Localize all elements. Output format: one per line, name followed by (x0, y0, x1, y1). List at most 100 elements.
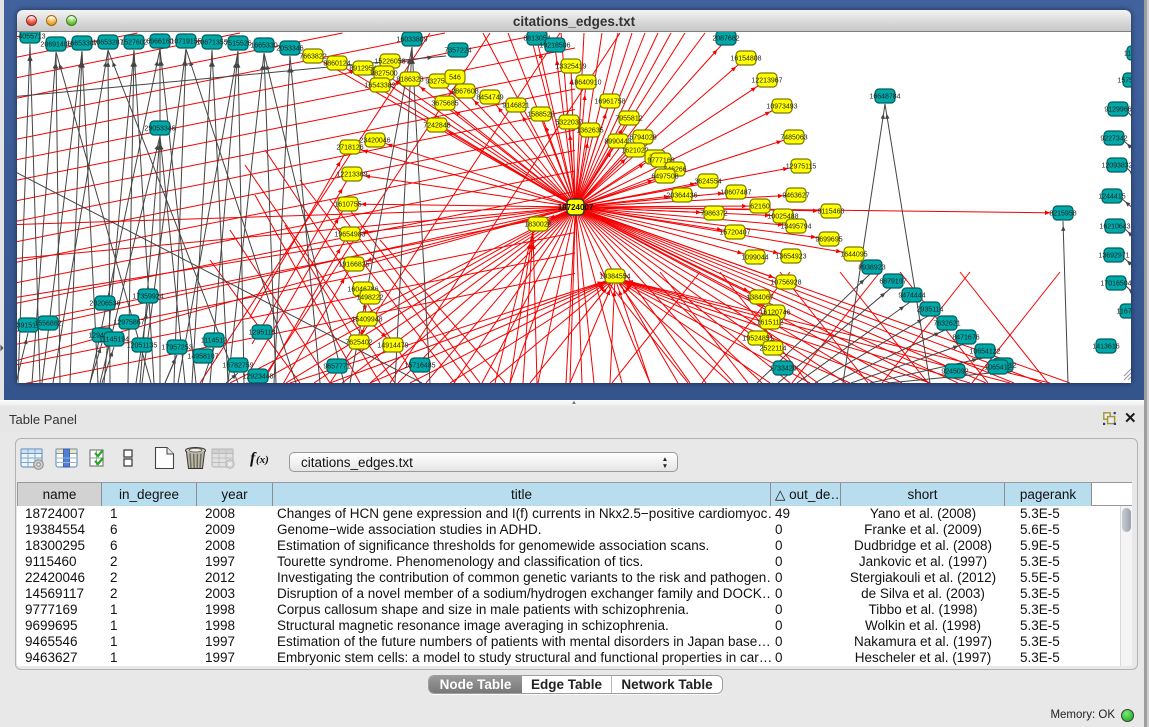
svg-text:9827500: 9827500 (370, 71, 397, 78)
svg-text:29053346: 29053346 (144, 126, 175, 133)
svg-text:20206536: 20206536 (89, 301, 120, 308)
svg-text:19218506: 19218506 (539, 43, 570, 50)
svg-text:8471676: 8471676 (952, 335, 979, 342)
svg-text:16033809: 16033809 (396, 37, 427, 44)
svg-text:9463627: 9463627 (782, 193, 809, 200)
svg-text:7632621: 7632621 (933, 321, 960, 328)
svg-text:9129966: 9129966 (1104, 107, 1131, 114)
svg-text:16782759: 16782759 (222, 363, 253, 370)
svg-text:17957253: 17957253 (161, 345, 192, 352)
svg-text:1295113: 1295113 (249, 330, 276, 337)
svg-text:1610755: 1610755 (334, 202, 361, 209)
svg-text:11145194: 11145194 (99, 337, 129, 344)
svg-text:16961758: 16961758 (594, 99, 625, 106)
svg-text:1413616: 1413616 (1092, 344, 1119, 351)
svg-text:16154808: 16154808 (730, 56, 761, 63)
svg-text:12213369: 12213369 (336, 172, 367, 179)
svg-text:9657771: 9657771 (323, 364, 350, 371)
svg-text:12051135: 12051135 (127, 343, 158, 350)
svg-text:19654983: 19654983 (334, 232, 365, 239)
svg-text:13654923: 13654923 (775, 254, 806, 261)
svg-text:2867608: 2867608 (451, 89, 478, 96)
svg-text:3624554: 3624554 (694, 179, 721, 186)
svg-text:18640910: 18640910 (570, 80, 601, 87)
svg-text:2935114: 2935114 (917, 307, 944, 314)
svg-text:1588520: 1588520 (527, 112, 554, 119)
svg-text:7485063: 7485063 (780, 135, 807, 142)
svg-text:15409948: 15409948 (351, 317, 382, 324)
svg-text:15226058: 15226058 (374, 59, 405, 66)
svg-text:5322037: 5322037 (555, 120, 582, 127)
svg-text:8186323: 8186323 (396, 77, 423, 84)
svg-text:1112643: 1112643 (1124, 51, 1131, 58)
svg-text:546: 546 (449, 75, 461, 82)
svg-text:10973493: 10973493 (766, 104, 797, 111)
svg-text:17016504: 17016504 (1100, 281, 1131, 288)
svg-text:12213967: 12213967 (751, 78, 782, 85)
svg-text:1644095: 1644095 (840, 252, 867, 259)
svg-text:13325419: 13325419 (555, 64, 586, 71)
svg-text:16210643: 16210643 (1099, 224, 1130, 231)
svg-text:15716485: 15716485 (404, 363, 435, 370)
svg-text:18724007: 18724007 (558, 203, 594, 212)
svg-text:9474444: 9474444 (898, 293, 925, 300)
svg-text:62160: 62160 (750, 204, 770, 211)
svg-text:10671355: 10671355 (196, 40, 227, 47)
svg-text:14958107: 14958107 (187, 354, 218, 361)
svg-text:19384554: 19384554 (599, 274, 630, 281)
svg-text:7663822: 7663822 (299, 54, 326, 61)
svg-text:15751074: 15751074 (1117, 78, 1131, 85)
svg-text:9227342: 9227342 (1100, 136, 1127, 143)
svg-text:1065412: 1065412 (984, 365, 1011, 372)
svg-text:8215958: 8215958 (1049, 211, 1076, 218)
svg-text:9699695: 9699695 (815, 237, 842, 244)
svg-text:10654122: 10654122 (969, 349, 1000, 356)
svg-text:1384067: 1384067 (746, 295, 773, 302)
svg-text:3675685: 3675685 (431, 101, 458, 108)
svg-text:2522114: 2522114 (760, 346, 787, 353)
svg-text:6794028: 6794028 (629, 135, 656, 142)
svg-text:20364436: 20364436 (666, 193, 697, 200)
svg-text:1099044: 1099044 (741, 255, 768, 262)
svg-text:1244415: 1244415 (1098, 194, 1125, 201)
svg-text:1527602: 1527602 (120, 40, 147, 47)
svg-text:7955812: 7955812 (615, 116, 642, 123)
svg-text:17359924: 17359924 (132, 294, 163, 301)
svg-text:(x): (x) (256, 454, 269, 466)
svg-text:7515526: 7515526 (224, 41, 251, 48)
svg-text:1498222: 1498222 (356, 295, 383, 302)
svg-text:1167533: 1167533 (1117, 309, 1131, 316)
svg-text:9115460: 9115460 (818, 209, 845, 216)
svg-text:6879197: 6879197 (879, 279, 906, 286)
svg-text:12093832: 12093832 (1101, 163, 1131, 170)
svg-text:1114519: 1114519 (201, 338, 227, 345)
svg-text:10756928: 10756928 (770, 280, 801, 287)
svg-text:7357224: 7357224 (444, 48, 471, 55)
svg-text:14914479: 14914479 (377, 343, 408, 350)
svg-text:23420046: 23420046 (359, 138, 390, 145)
svg-text:13692971: 13692971 (1098, 253, 1129, 260)
svg-text:13495794: 13495794 (780, 224, 811, 231)
svg-text:6497508: 6497508 (651, 174, 678, 181)
svg-text:1362635: 1362635 (576, 128, 603, 135)
svg-text:9146821: 9146821 (502, 103, 529, 110)
svg-text:7242848: 7242848 (423, 123, 450, 130)
svg-text:14055713: 14055713 (17, 34, 46, 41)
svg-text:1556862: 1556862 (34, 321, 61, 328)
svg-text:1830028: 1830028 (524, 222, 551, 229)
svg-text:16543382: 16543382 (364, 83, 395, 90)
svg-text:8454749: 8454749 (476, 95, 503, 102)
svg-text:19166825: 19166825 (338, 262, 369, 269)
svg-text:2087682: 2087682 (712, 36, 739, 43)
svg-text:7625402: 7625402 (345, 340, 372, 347)
svg-text:16648784: 16648784 (869, 94, 900, 101)
svg-text:10653287: 10653287 (92, 40, 123, 47)
svg-text:1733426: 1733426 (769, 366, 796, 373)
svg-text:9245092: 9245092 (941, 369, 968, 376)
svg-text:8860124: 8860124 (323, 61, 350, 68)
svg-text:7986372: 7986372 (700, 211, 727, 218)
svg-text:1665330: 1665330 (250, 43, 277, 50)
svg-text:15720407: 15720407 (719, 230, 750, 237)
svg-text:12923448: 12923448 (242, 374, 273, 381)
svg-text:1615112: 1615112 (757, 320, 784, 327)
